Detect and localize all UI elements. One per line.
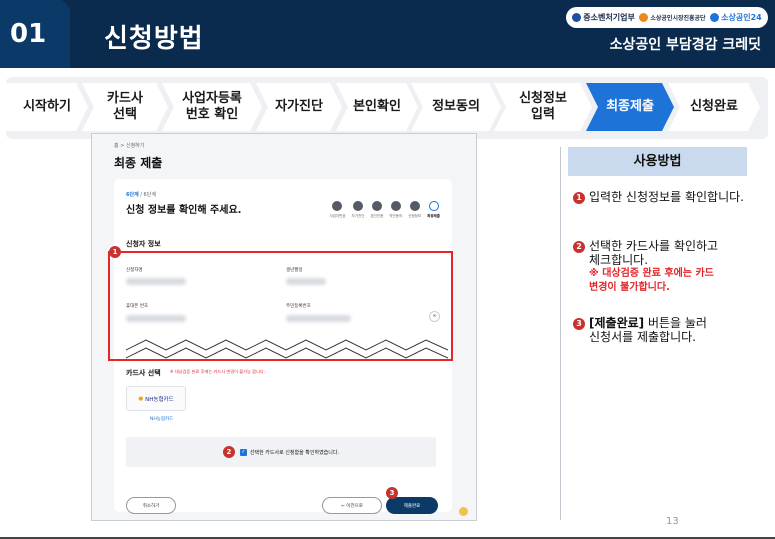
divider [560, 147, 561, 520]
agree-box: 2 ✓ 선택한 카드사로 신청함을 확인하였습니다. [126, 437, 436, 467]
mini-stepper: 사업자번호 자가진단 본인인증 약관동의 신청정보 최종제출 [329, 201, 440, 219]
step-label: 자가진단 [275, 99, 323, 114]
applicant-section-label: 신청자 정보 [126, 240, 161, 248]
card-select-label: 카드사 선택 [126, 369, 161, 377]
page-number: 13 [666, 516, 679, 527]
ministry-logo: 중소벤처기업부 [572, 12, 635, 23]
howto-heading: 사용방법 [568, 147, 747, 176]
step-7: 신청정보 입력 [494, 77, 592, 137]
step-label: 본인확인 [353, 99, 401, 114]
card-name: NH농협카드 [150, 417, 174, 422]
section-number-box: 01 [0, 0, 78, 68]
step-label: 신청정보 입력 [519, 91, 567, 122]
cancel-button[interactable]: 취소하기 [126, 497, 176, 514]
step-3: 사업자등록 번호 확인 [162, 77, 262, 137]
chatbot-icon[interactable] [459, 507, 468, 516]
mini-step-current: 최종제출 [427, 201, 440, 219]
logo-bar: 중소벤처기업부 소상공인시장진흥공단 소상공인24 [566, 7, 768, 28]
prev-button[interactable]: ← 이전으로 [322, 497, 382, 514]
step-9: 신청완료 [668, 77, 760, 137]
header-bar: 01 신청방법 중소벤처기업부 소상공인시장진흥공단 소상공인24 소상공인 부… [0, 0, 775, 68]
applicant-highlight-box [108, 251, 453, 361]
badge-1: 1 [109, 246, 121, 258]
step-label: 카드사 선택 [107, 91, 143, 122]
step-label: 사업자등록 번호 확인 [182, 91, 242, 122]
mini-step: 약관동의 [389, 201, 402, 219]
submit-button[interactable]: 제출완료 [386, 497, 438, 514]
step-count: 6단계 / 6단계 [126, 192, 156, 198]
step-label: 신청완료 [690, 99, 738, 114]
slide: 01 신청방법 중소벤처기업부 소상공인시장진흥공단 소상공인24 소상공인 부… [0, 0, 775, 539]
agree-text: 선택한 카드사로 신청함을 확인하였습니다. [249, 449, 340, 456]
instruction-1: 1 입력한 신청정보를 확인합니다. [573, 190, 744, 204]
step-label: 정보동의 [432, 99, 480, 114]
section-number: 01 [10, 19, 47, 49]
breadcrumb: 홈 > 신청하기 [114, 143, 145, 149]
screenshot-panel: 홈 > 신청하기 최종 제출 6단계 / 6단계 신청 정보를 확인해 주세요.… [91, 133, 477, 521]
step-2: 카드사 선택 [82, 77, 168, 137]
mini-step: 사업자번호 [329, 201, 346, 219]
step-navigation: 시작하기 카드사 선택 사업자등록 번호 확인 자가진단 본인확인 정보동의 신청정보 입력… [6, 77, 768, 139]
page-subtitle: 소상공인 부담경감 크레딧 [609, 37, 761, 53]
instruction-3: 3 [제출완료] 버튼을 눌러 신청서를 제출합니다. [573, 316, 707, 344]
agency-logo: 소상공인시장진흥공단 [639, 13, 706, 22]
step-4: 자가진단 [256, 77, 342, 137]
step-label: 최종제출 [606, 99, 654, 114]
step-label: 시작하기 [23, 99, 71, 114]
step-5: 본인확인 [336, 77, 418, 137]
step-6: 정보동의 [411, 77, 501, 137]
instruction-2: 2 선택한 카드사를 확인하고 체크합니다. ※ 대상검증 완료 후에는 카드 변… [573, 239, 718, 295]
step-8-active: 최종제출 [586, 77, 674, 137]
badge-2: 2 [222, 446, 235, 458]
nh-card-option[interactable]: ● NH농협카드 [126, 386, 186, 411]
screen-page-title: 최종 제출 [114, 156, 163, 170]
badge-3: 3 [386, 487, 398, 499]
mini-step: 자가진단 [352, 201, 364, 219]
card-heading: 신청 정보를 확인해 주세요. [126, 205, 242, 216]
sbiz24-logo: 소상공인24 [710, 12, 762, 23]
card-select-note: ※ 대상검증 완료 후에는 카드사 변경이 불가능 합니다. [170, 369, 266, 374]
agree-checkbox[interactable]: ✓ [239, 448, 247, 456]
mini-step: 신청정보 [408, 201, 421, 219]
step-1: 시작하기 [6, 77, 88, 137]
mini-step: 본인인증 [370, 201, 383, 219]
page-title: 신청방법 [104, 24, 204, 54]
